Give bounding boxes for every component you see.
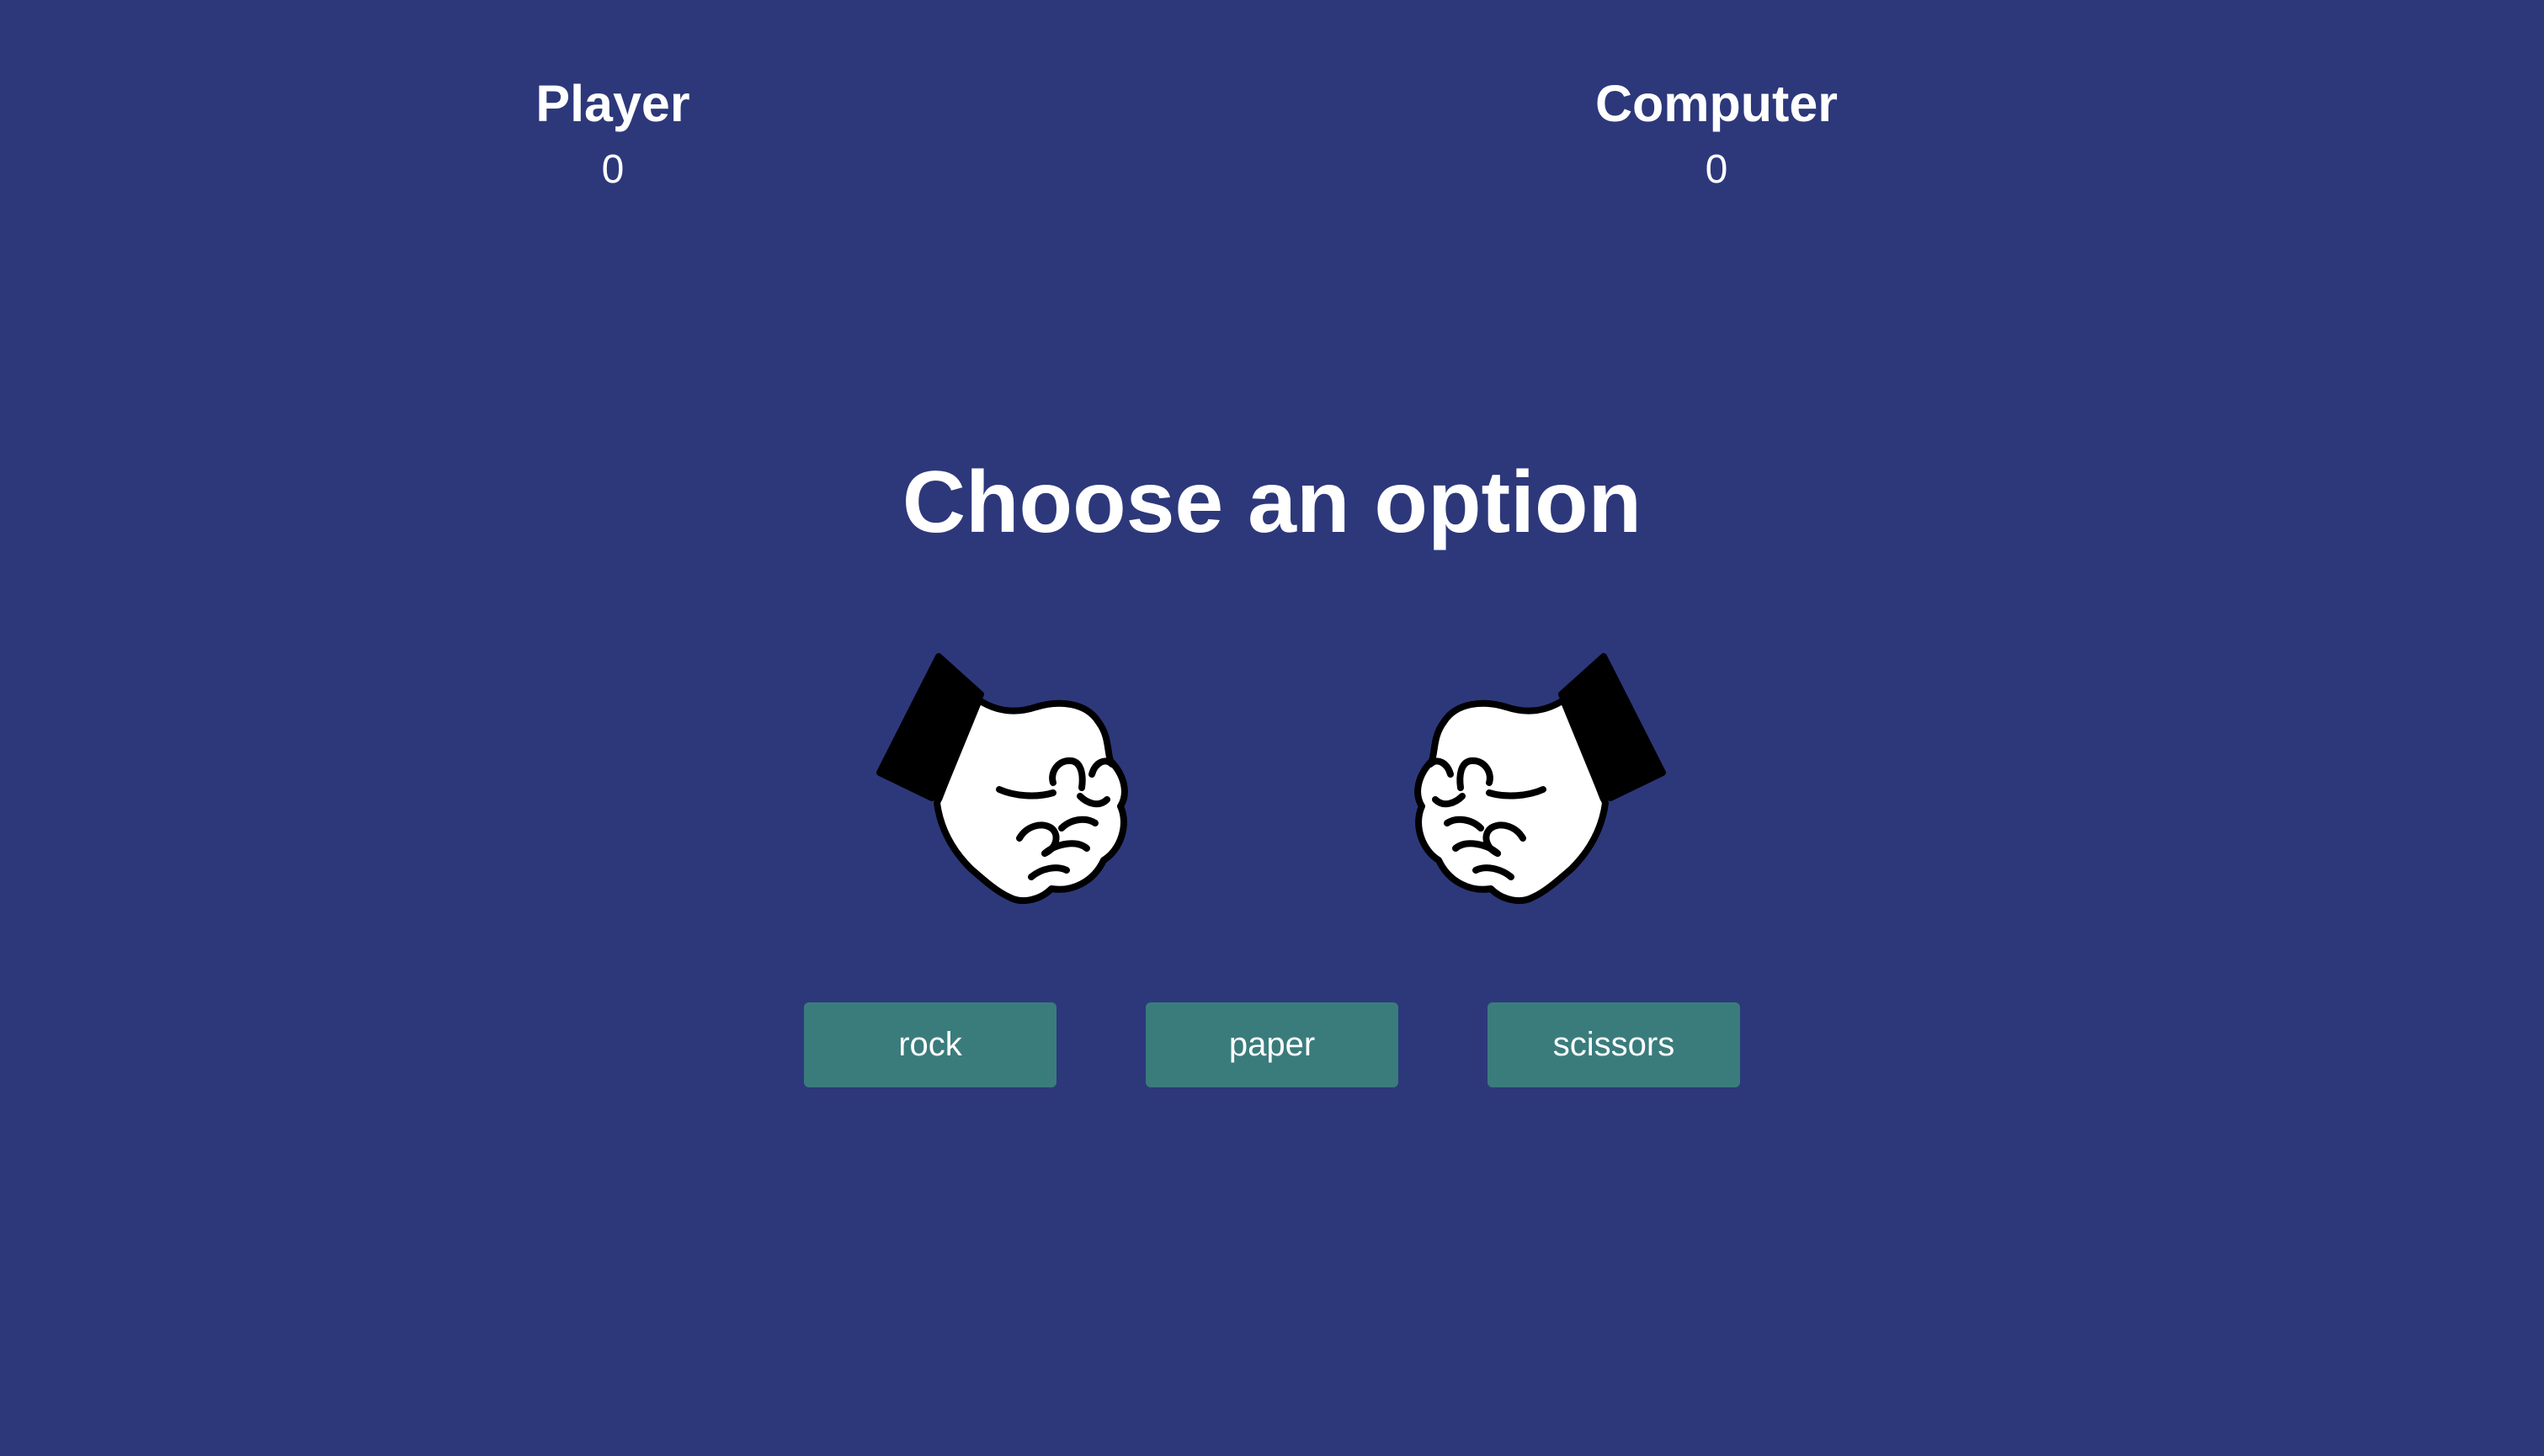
computer-score-panel: Computer 0 xyxy=(1548,72,1885,195)
scissors-button[interactable]: scissors xyxy=(1488,1002,1740,1087)
player-fist-icon xyxy=(871,648,1158,909)
computer-score: 0 xyxy=(1705,147,1728,192)
page-title: Choose an option xyxy=(902,454,1642,551)
computer-label: Computer xyxy=(1594,75,1839,132)
player-score-panel: Player 0 xyxy=(444,72,781,195)
rock-button[interactable]: rock xyxy=(804,1002,1056,1087)
choice-button-group: rock paper scissors xyxy=(804,1002,1740,1087)
computer-fist-icon xyxy=(1385,648,1671,909)
paper-button[interactable]: paper xyxy=(1146,1002,1398,1087)
player-label: Player xyxy=(535,75,690,132)
player-score: 0 xyxy=(601,147,625,192)
